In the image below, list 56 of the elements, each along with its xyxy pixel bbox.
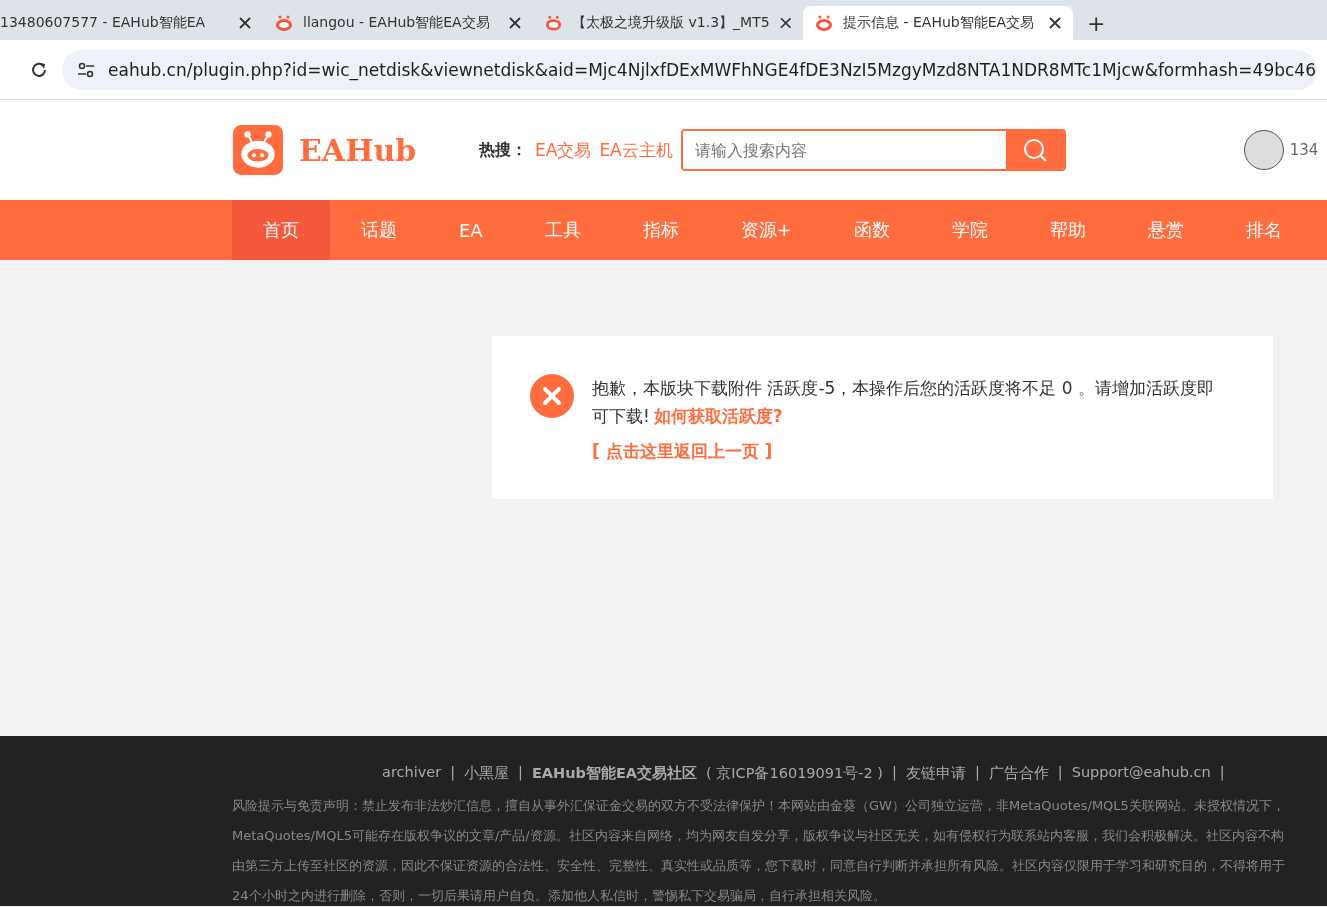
robot-logo-icon <box>233 125 283 175</box>
new-tab-button[interactable]: + <box>1073 11 1120 40</box>
robot-icon <box>275 14 293 32</box>
browser-tab[interactable]: 提示信息 - EAHub智能EA交易 <box>803 6 1073 40</box>
hot-search-link[interactable]: EA云主机 <box>599 138 673 162</box>
footer-link[interactable]: Support@eahub.cn <box>1071 764 1211 783</box>
username[interactable]: 134 <box>1289 141 1319 159</box>
nav-item[interactable]: 话题 <box>330 200 428 260</box>
separator: | <box>518 764 523 783</box>
footer-link[interactable]: 友链申请 <box>905 764 966 783</box>
reload-icon[interactable] <box>30 60 48 79</box>
nav-item[interactable]: 帮助 <box>1018 200 1117 260</box>
separator: | <box>450 764 456 783</box>
back-link[interactable]: [ 点击这里返回上一页 ] <box>592 440 773 463</box>
disclaimer-text: 风险提示与免责声明：禁止发布非法炒汇信息，擅自从事外汇保证金交易的双方不受法律保护！本网站由金葵（GW）公司独立运营，非MetaQuotes/MQL5关联网站。未授权情况下， <box>232 797 1286 815</box>
help-link[interactable]: 如何获取活跃度? <box>653 406 783 426</box>
site-logo[interactable]: EAHub <box>299 132 417 168</box>
robot-icon <box>815 14 833 32</box>
search-button[interactable] <box>1005 131 1064 169</box>
user-avatar[interactable] <box>1243 130 1284 170</box>
close-icon[interactable] <box>779 17 791 29</box>
nav-item[interactable]: 指标 <box>611 200 710 260</box>
nav-item[interactable]: 学院 <box>920 200 1019 260</box>
disclaimer-text: 24个小时之内进行删除，否则，一切后果请用户自负。添加他人私信时，警惕私下交易骗局，自行承担相关风险。 <box>232 887 887 905</box>
browser-tab[interactable]: 【太极之境升级版 v1.3】_MT5 <box>533 6 803 40</box>
disclaimer-text: 由第三方上传至社区的资源，因此不保证资源的合法性、安全性、完整性、真实性或品质等，您下载时，同意自行判断并承担所有风险。社区内容仅限用于学习和研究目的，不得将用于 <box>232 857 1286 875</box>
search-icon <box>1021 137 1048 163</box>
close-icon[interactable] <box>509 17 521 29</box>
nav-item[interactable]: 资源+ <box>709 200 823 260</box>
nav-item[interactable]: 函数 <box>822 200 921 260</box>
separator: | <box>1057 764 1063 783</box>
hot-search-label: 热搜： <box>479 139 527 161</box>
address-bar[interactable]: eahub.cn/plugin.php?id=wic_netdisk&viewnetdisk&aid=Mjc4NjlxfDExMWFhNGE4fDE3NzI5MzgyMzd8NTA1NDR8MTc1Mjcw&formhash=49bc46 <box>62 49 1317 90</box>
hot-search-link[interactable]: EA交易 <box>535 138 592 162</box>
separator: | <box>974 764 980 783</box>
nav-item[interactable]: 排名 <box>1214 200 1313 260</box>
browser-tab[interactable]: 13480607577 - EAHub智能EA <box>0 6 263 40</box>
error-message: 抱歉，本版块下载附件 活跃度-5，本操作后您的活跃度将不足 0 。请增加活跃度即可下载! 如何获取活跃度? <box>592 377 1215 428</box>
footer-link[interactable]: 广告合作 <box>988 764 1049 783</box>
robot-icon <box>545 14 563 32</box>
footer-link[interactable]: 小黑屋 <box>464 764 510 783</box>
nav-item[interactable]: 工具 <box>513 200 612 260</box>
site-name: EAHub智能EA交易社区 <box>531 764 698 783</box>
separator: | <box>1219 764 1225 783</box>
footer-link[interactable]: archiver <box>382 764 442 783</box>
close-icon[interactable] <box>1049 17 1061 29</box>
nav-item[interactable]: 悬赏 <box>1116 200 1215 260</box>
footer-link[interactable]: ( 京ICP备16019091号-2 ) <box>706 764 883 783</box>
separator: | <box>892 764 897 783</box>
nav-item[interactable]: EA <box>428 200 514 260</box>
nav-item[interactable]: 首页 <box>232 200 330 260</box>
error-icon <box>530 374 574 418</box>
close-icon[interactable] <box>239 17 251 29</box>
search-field[interactable]: 请输入搜索内容 <box>680 129 1066 171</box>
disclaimer-text: MetaQuotes/MQL5可能存在版权争议的文章/产品/资源。社区内容来自网络，均为网友自发分享，版权争议与社区无关，如有侵权行为联系站内客服，我们会积极解决。社区内容不构 <box>232 827 1285 845</box>
browser-tab[interactable]: llangou - EAHub智能EA交易 <box>263 6 533 40</box>
